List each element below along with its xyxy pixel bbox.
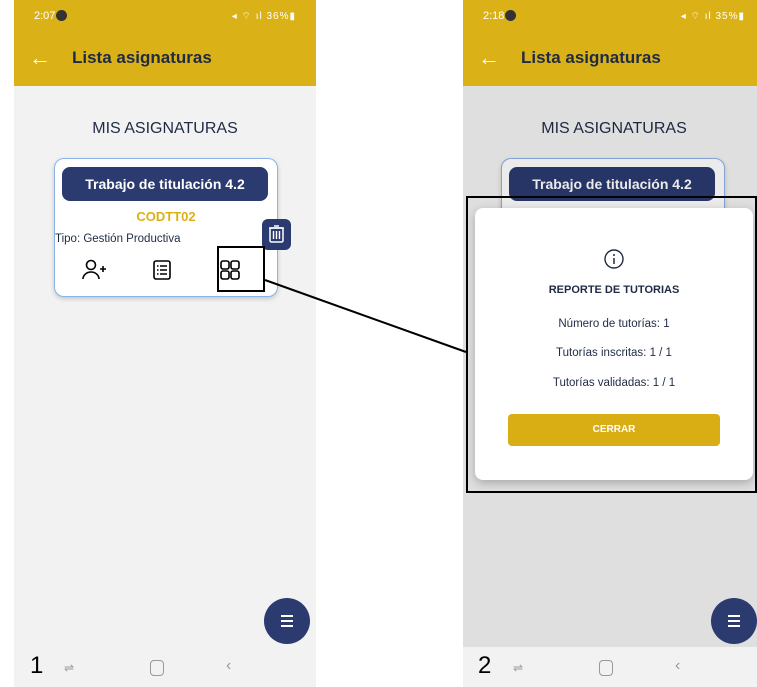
connector-line [264, 279, 467, 353]
